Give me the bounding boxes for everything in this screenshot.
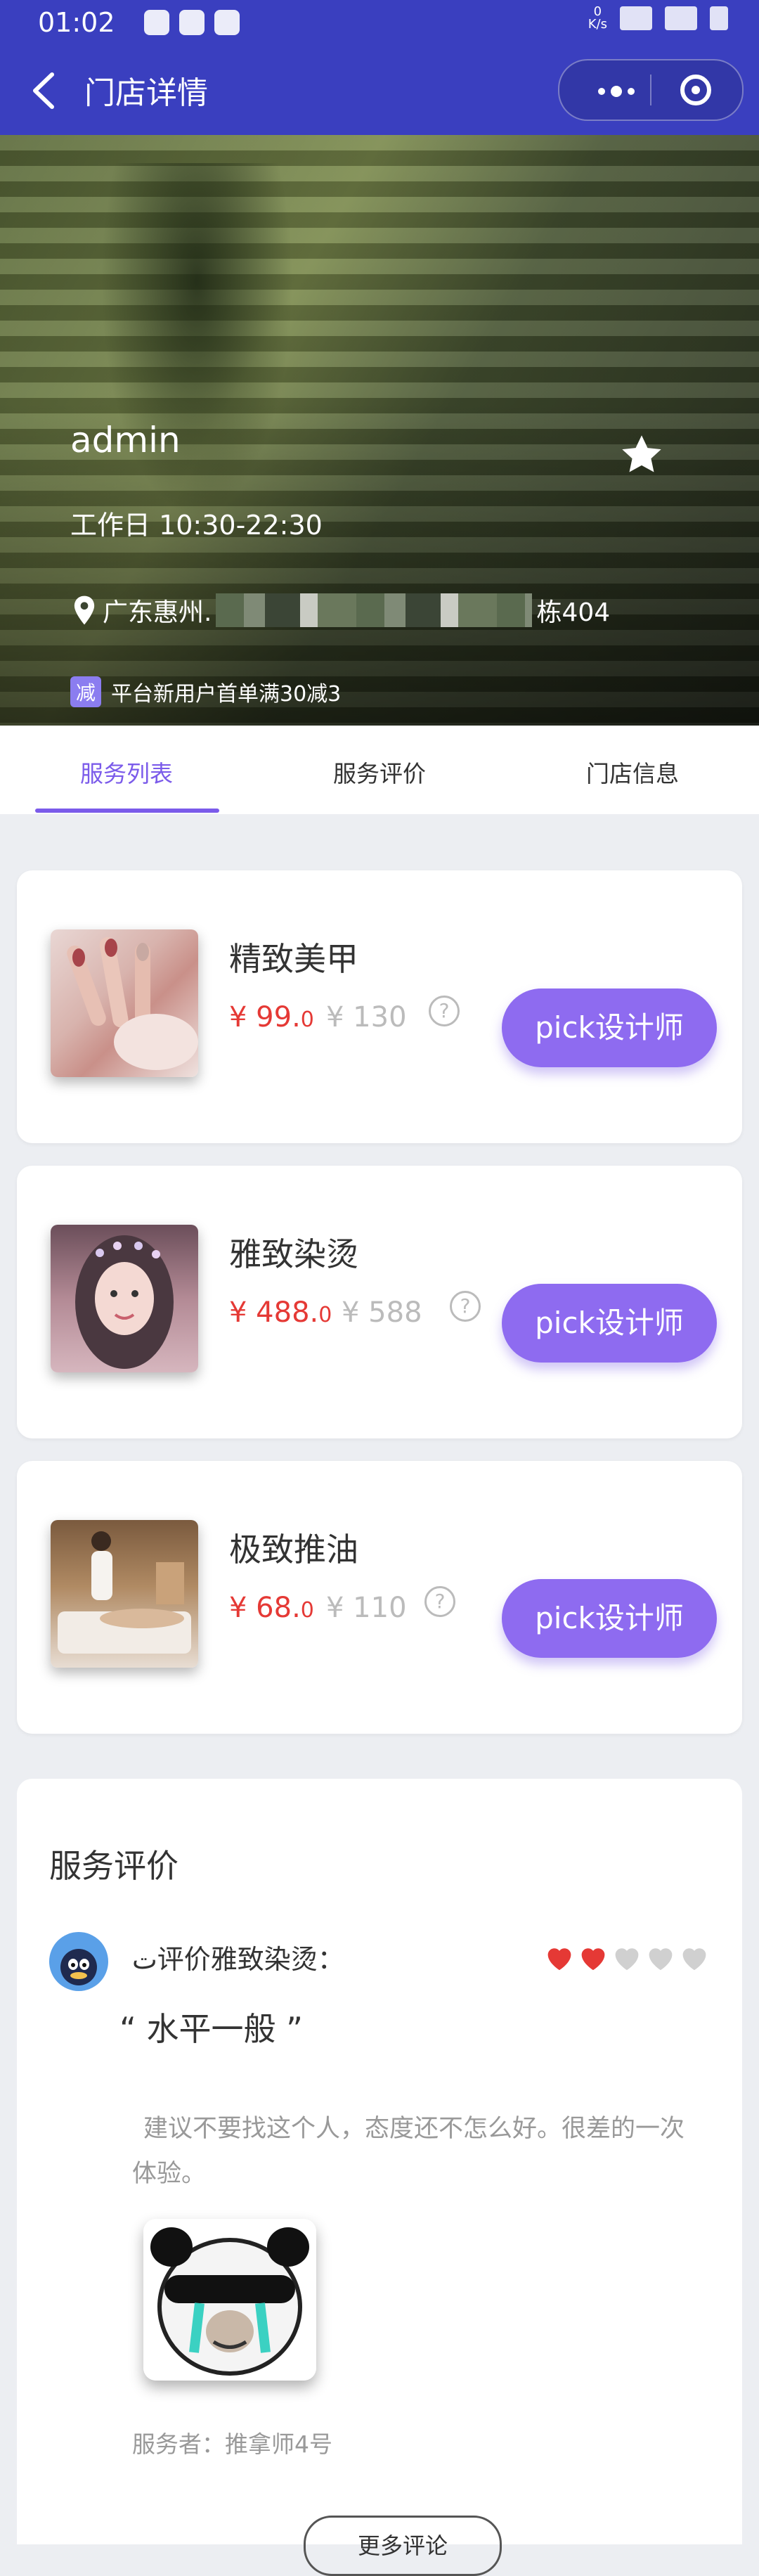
heart-empty-icon — [682, 1948, 706, 1971]
heart-empty-icon — [649, 1948, 673, 1971]
mini-program-capsule — [558, 59, 744, 121]
back-icon[interactable] — [27, 70, 62, 111]
review-section: 服务评价 ت评价雅致染烫： “ 水平一般 ” 建议不要找这个人，态度还不怎么好。… — [17, 1779, 742, 2576]
service-price: ¥ 99.0 — [229, 1001, 314, 1033]
status-time: 01:02 — [38, 7, 115, 38]
signal-icon — [665, 6, 697, 30]
address-prefix: 广东惠州. — [103, 598, 212, 627]
service-card[interactable]: 极致推油 ¥ 68.0 ¥ 110 ? pick设计师 — [17, 1461, 742, 1734]
location-pin-icon — [74, 595, 95, 625]
capsule-divider — [650, 75, 651, 105]
rating-hearts — [544, 1943, 710, 1971]
pick-designer-button[interactable]: pick设计师 — [502, 1579, 717, 1658]
service-original-price: ¥ 130 — [326, 1001, 407, 1033]
service-original-price: ¥ 110 — [326, 1592, 407, 1624]
review-section-title: 服务评价 — [49, 1847, 179, 1885]
service-image-nails — [51, 929, 198, 1077]
service-name: 雅致染烫 — [229, 1235, 358, 1273]
help-icon[interactable]: ? — [450, 1291, 481, 1322]
more-icon[interactable] — [585, 77, 648, 105]
reviewer-avatar-image — [60, 1949, 97, 1985]
tab-bar: 服务列表 服务评价 门店信息 — [0, 726, 759, 814]
service-image-massage — [51, 1520, 198, 1668]
review-headline: “ 水平一般 ” — [119, 2010, 303, 2048]
tab-store-info[interactable]: 门店信息 — [506, 755, 759, 789]
more-reviews-button[interactable]: 更多评论 — [304, 2516, 502, 2576]
service-price: ¥ 68.0 — [229, 1592, 314, 1624]
service-name: 精致美甲 — [229, 940, 358, 978]
favorite-star-icon[interactable] — [617, 430, 666, 479]
service-price: ¥ 488.0 — [229, 1296, 332, 1329]
pick-designer-button[interactable]: pick设计师 — [502, 1284, 717, 1363]
service-original-price: ¥ 588 — [342, 1296, 422, 1329]
reviewer-line: ت评价雅致染烫： — [132, 1944, 344, 1975]
notification-icons — [144, 10, 240, 35]
promo-banner: 减 平台新用户首单满30减3 — [70, 676, 341, 707]
review-image[interactable] — [143, 2219, 316, 2381]
battery-icon — [710, 6, 728, 30]
pick-designer-button[interactable]: pick设计师 — [502, 988, 717, 1067]
service-name: 极致推油 — [229, 1531, 358, 1569]
panda-meme-image — [143, 2219, 316, 2381]
help-icon[interactable]: ? — [429, 996, 460, 1026]
help-icon[interactable]: ? — [424, 1586, 455, 1617]
heart-filled-icon — [547, 1948, 571, 1971]
massage-illustration — [58, 1531, 191, 1654]
tab-service-reviews[interactable]: 服务评价 — [253, 755, 506, 789]
page-title: 门店详情 — [84, 75, 208, 111]
tab-active-indicator — [35, 809, 219, 813]
app-icon — [214, 10, 240, 35]
store-address[interactable]: 广东惠州. 栋404 — [70, 592, 610, 629]
service-card[interactable]: 精致美甲 ¥ 99.0 ¥ 130 ? pick设计师 — [17, 870, 742, 1143]
service-provider: 服务者：推拿师4号 — [132, 2430, 332, 2458]
close-mini-program-icon[interactable] — [680, 75, 711, 105]
store-hero: admin 工作日 10:30-22:30 广东惠州. 栋404 减 平台新用户… — [0, 135, 759, 726]
store-hours: 工作日 10:30-22:30 — [70, 510, 323, 541]
heart-empty-icon — [615, 1948, 639, 1971]
top-bar: 01:02 0 K/s 门店详情 — [0, 0, 759, 135]
net-speed: 0 K/s — [588, 4, 607, 32]
wifi-icon — [620, 6, 652, 30]
tab-service-list[interactable]: 服务列表 — [0, 755, 253, 789]
nails-illustration — [67, 936, 198, 1070]
reviewer-avatar — [49, 1932, 108, 1991]
gallery-icon — [144, 10, 169, 35]
address-redacted — [216, 593, 533, 627]
service-card[interactable]: 雅致染烫 ¥ 488.0 ¥ 588 ? pick设计师 — [17, 1166, 742, 1438]
promo-text: 平台新用户首单满30减3 — [111, 682, 342, 707]
wechat-icon — [179, 10, 205, 35]
discount-tag-icon: 减 — [70, 676, 101, 707]
review-body: 建议不要找这个人，态度还不怎么好。很差的一次体验。 — [132, 2115, 685, 2188]
store-name: admin — [70, 420, 181, 461]
hair-illustration — [75, 1235, 174, 1369]
status-right: 0 K/s — [588, 6, 728, 31]
heart-filled-icon — [581, 1948, 605, 1971]
status-bar: 01:02 0 K/s — [0, 0, 759, 46]
address-suffix: 栋404 — [536, 598, 611, 627]
nav-bar: 门店详情 — [0, 46, 759, 135]
service-image-hair — [51, 1225, 198, 1372]
